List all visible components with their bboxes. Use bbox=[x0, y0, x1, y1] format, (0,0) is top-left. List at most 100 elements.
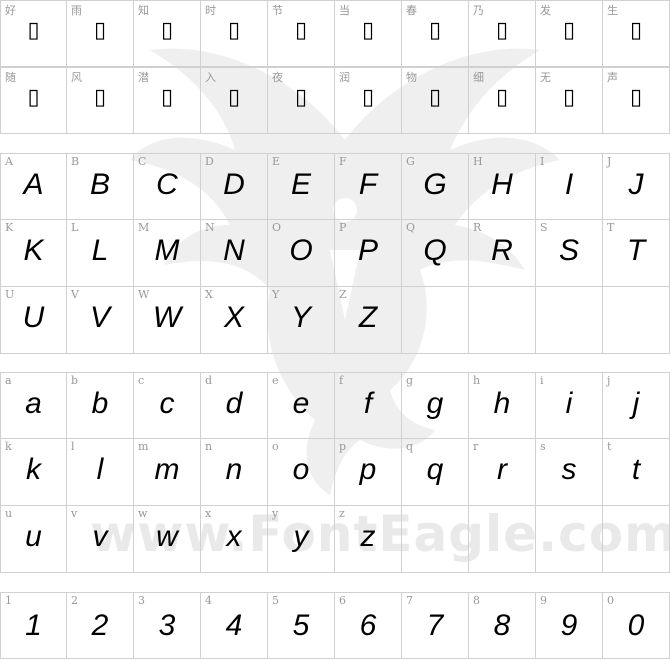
glyph-cell: 生 ▯ bbox=[603, 0, 670, 67]
glyph-cell: 润 ▯ bbox=[335, 67, 402, 134]
glyph-cell: 22 bbox=[67, 592, 134, 659]
glyph-label: 声 bbox=[607, 71, 618, 84]
glyph-label: f bbox=[339, 374, 344, 387]
glyph-label: 3 bbox=[138, 594, 145, 607]
glyph-cell: uu bbox=[0, 506, 67, 573]
glyph-cell: HH bbox=[469, 153, 536, 220]
glyph-cell: II bbox=[536, 153, 603, 220]
glyph-label: r bbox=[473, 440, 479, 453]
glyph-sample: k bbox=[26, 453, 41, 486]
glyph-cell: 00 bbox=[603, 592, 670, 659]
glyph-cell: ww bbox=[134, 506, 201, 573]
glyph-sample: m bbox=[154, 453, 180, 486]
glyph-cell: 44 bbox=[201, 592, 268, 659]
glyph-label: 2 bbox=[71, 594, 78, 607]
glyph-sample: Y bbox=[290, 301, 311, 334]
glyph-sample: ▯ bbox=[294, 85, 308, 110]
glyph-sample: ▯ bbox=[227, 18, 241, 43]
glyph-cell: qq bbox=[402, 439, 469, 506]
glyph-label: S bbox=[540, 221, 548, 234]
glyph-label: I bbox=[540, 155, 545, 168]
glyph-sample: c bbox=[159, 387, 175, 420]
glyph-sample: x bbox=[226, 520, 242, 553]
glyph-cell: 77 bbox=[402, 592, 469, 659]
glyph-label: v bbox=[71, 507, 78, 520]
glyph-cell: ee bbox=[268, 372, 335, 439]
glyph-cell: LL bbox=[67, 220, 134, 287]
glyph-sample: Q bbox=[423, 234, 447, 267]
glyph-sample: 2 bbox=[91, 609, 109, 642]
glyph-label: C bbox=[138, 155, 147, 168]
glyph-sample: ▯ bbox=[294, 18, 308, 43]
glyph-cell: MM bbox=[134, 220, 201, 287]
glyph-sample: ▯ bbox=[361, 18, 375, 43]
glyph-label: 9 bbox=[540, 594, 547, 607]
glyph-label: O bbox=[272, 221, 282, 234]
glyph-label: 细 bbox=[473, 71, 484, 84]
glyph-cell: 春 ▯ bbox=[402, 0, 469, 67]
glyph-label: 5 bbox=[272, 594, 279, 607]
glyph-sample: n bbox=[225, 453, 243, 486]
glyph-cell: 风 ▯ bbox=[67, 67, 134, 134]
glyph-cell bbox=[469, 287, 536, 354]
glyph-cell: ii bbox=[536, 372, 603, 439]
glyph-sample: M bbox=[154, 234, 180, 267]
glyph-cell: SS bbox=[536, 220, 603, 287]
glyph-label: L bbox=[71, 221, 79, 234]
glyph-cell: 发 ▯ bbox=[536, 0, 603, 67]
glyph-sample: ▯ bbox=[93, 85, 107, 110]
glyph-cell bbox=[402, 506, 469, 573]
glyph-sample: A bbox=[23, 168, 44, 201]
glyph-sample: e bbox=[292, 387, 310, 420]
glyph-cell: 33 bbox=[134, 592, 201, 659]
glyph-sample: 6 bbox=[359, 609, 377, 642]
glyph-sample: ▯ bbox=[629, 85, 643, 110]
glyph-label: 物 bbox=[406, 71, 417, 84]
glyph-cell: CC bbox=[134, 153, 201, 220]
glyph-label: N bbox=[205, 221, 215, 234]
glyph-sample: D bbox=[223, 168, 245, 201]
glyph-sample: E bbox=[290, 168, 311, 201]
glyph-label: j bbox=[607, 374, 611, 387]
glyph-cell: TT bbox=[603, 220, 670, 287]
glyph-sample: u bbox=[25, 520, 42, 553]
glyph-cell: yy bbox=[268, 506, 335, 573]
glyph-cell: 99 bbox=[536, 592, 603, 659]
glyph-sample: ▯ bbox=[428, 85, 442, 110]
glyph-cell: 雨 ▯ bbox=[67, 0, 134, 67]
cjk-section: 好 ▯ 雨 ▯ 知 ▯ 时 ▯ 节 ▯ 当 ▯ 春 ▯ 乃 ▯ 发 ▯ 生 ▯ 随 ▯ 风 ▯ 潜 ▯ 入 ▯ 夜 ▯ 润 ▯ 物 ▯ 细 ▯ 无 ▯ 声 ▯ bbox=[0, 0, 670, 134]
glyph-cell: ll bbox=[67, 439, 134, 506]
glyph-sample: 0 bbox=[627, 609, 645, 642]
glyph-label: g bbox=[406, 374, 414, 387]
glyph-sample: U bbox=[22, 301, 45, 334]
glyph-cell: 夜 ▯ bbox=[268, 67, 335, 134]
uppercase-section: AABBCCDDEEFFGGHHIIJJKKLLMMNNOOPPQQRRSSTT… bbox=[0, 153, 670, 354]
glyph-cell: 55 bbox=[268, 592, 335, 659]
glyph-cell: WW bbox=[134, 287, 201, 354]
glyph-cell: AA bbox=[0, 153, 67, 220]
glyph-label: D bbox=[205, 155, 214, 168]
glyph-label: 1 bbox=[5, 594, 12, 607]
glyph-sample: p bbox=[359, 453, 377, 486]
glyph-cell: QQ bbox=[402, 220, 469, 287]
glyph-cell: 细 ▯ bbox=[469, 67, 536, 134]
glyph-label: 发 bbox=[540, 4, 551, 17]
glyph-cell: 88 bbox=[469, 592, 536, 659]
glyph-cell: YY bbox=[268, 287, 335, 354]
glyph-sample: T bbox=[626, 234, 646, 267]
glyph-label: 乃 bbox=[473, 4, 484, 17]
glyph-label: 生 bbox=[607, 4, 618, 17]
glyph-sample: ▯ bbox=[93, 18, 107, 43]
glyph-cell: hh bbox=[469, 372, 536, 439]
glyph-sample: S bbox=[558, 234, 579, 267]
glyph-label: 好 bbox=[5, 4, 16, 17]
glyph-cell: pp bbox=[335, 439, 402, 506]
glyph-sample: N bbox=[223, 234, 245, 267]
glyph-sample: G bbox=[423, 168, 447, 201]
glyph-cell: 节 ▯ bbox=[268, 0, 335, 67]
glyph-sample: F bbox=[358, 168, 378, 201]
glyph-sample: K bbox=[23, 234, 44, 267]
glyph-cell: UU bbox=[0, 287, 67, 354]
glyph-sample: v bbox=[92, 520, 108, 553]
glyph-cell: 潜 ▯ bbox=[134, 67, 201, 134]
